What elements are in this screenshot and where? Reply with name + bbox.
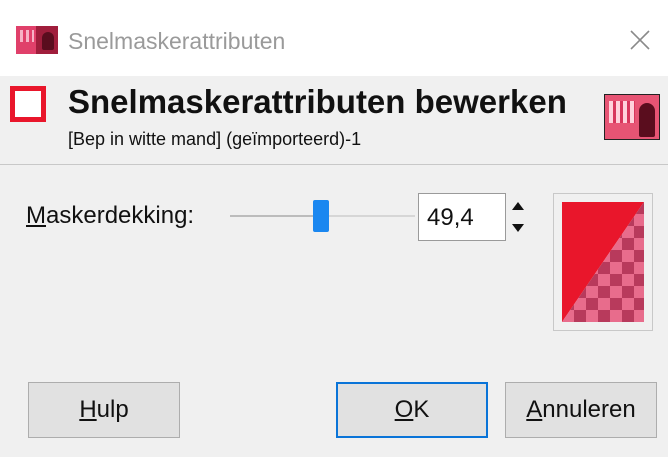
ok-button[interactable]: OK	[336, 382, 488, 438]
dialog-header: Snelmaskerattributen bewerken [Bep in wi…	[0, 76, 668, 164]
triangle-down-icon	[511, 220, 525, 238]
slider-fill	[230, 215, 313, 217]
dialog-heading: Snelmaskerattributen bewerken	[68, 83, 567, 120]
app-icon	[16, 26, 58, 54]
quick-mask-icon	[10, 86, 46, 122]
help-button[interactable]: Hulp	[28, 382, 180, 438]
image-name: [Bep in witte mand] (geïmporteerd)-1	[68, 129, 362, 149]
mask-opacity-value[interactable]: 49,4	[427, 202, 474, 234]
mask-opacity-slider[interactable]	[230, 200, 415, 232]
window-title: Snelmaskerattributen	[68, 28, 286, 54]
close-button[interactable]	[620, 20, 660, 60]
close-icon	[629, 29, 651, 51]
header-divider	[0, 164, 668, 165]
spin-down-button[interactable]	[508, 218, 528, 240]
mask-opacity-input[interactable]: 49,4	[418, 193, 506, 241]
image-thumbnail	[604, 94, 660, 140]
slider-thumb[interactable]	[313, 200, 329, 232]
mask-color-preview	[562, 202, 644, 322]
cancel-button[interactable]: Annuleren	[505, 382, 657, 438]
title-bar: Snelmaskerattributen	[0, 0, 668, 76]
spin-up-button[interactable]	[508, 196, 528, 218]
mask-color-button[interactable]	[553, 193, 653, 331]
mask-opacity-label: Maskerdekking:	[26, 202, 195, 229]
triangle-up-icon	[511, 198, 525, 216]
